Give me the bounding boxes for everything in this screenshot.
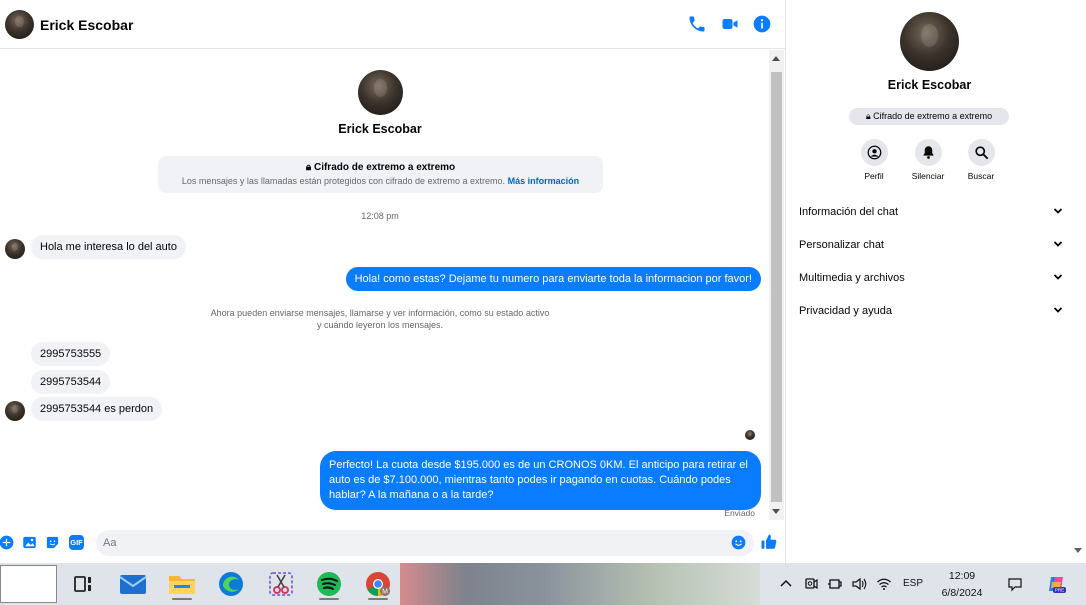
- search-button[interactable]: [967, 139, 995, 166]
- conversation-contact-name: Erick Escobar: [338, 122, 422, 136]
- emoji-icon[interactable]: [731, 535, 746, 550]
- chevron-up-icon[interactable]: [778, 576, 794, 592]
- image-icon[interactable]: [22, 535, 37, 550]
- running-indicator: [172, 598, 192, 600]
- message-scrollbar[interactable]: [769, 50, 784, 520]
- chat-window: Erick Escobar Erick Escobar 🔒︎ Cifrado d…: [0, 0, 786, 563]
- thumbs-up-icon[interactable]: [760, 533, 778, 551]
- volume-icon[interactable]: [851, 576, 867, 592]
- search-label: Buscar: [967, 171, 995, 181]
- search-icon: [974, 146, 988, 160]
- running-indicator: [319, 598, 339, 600]
- panel-avatar[interactable]: [900, 12, 959, 71]
- contact-name[interactable]: Erick Escobar: [40, 17, 133, 33]
- search-action[interactable]: Buscar: [951, 139, 1011, 181]
- edge-icon: [219, 572, 243, 596]
- clock-date: 6/8/2024: [941, 587, 983, 599]
- sender-avatar[interactable]: [5, 239, 25, 259]
- sent-status: Enviado: [724, 508, 755, 518]
- sticker-icon[interactable]: [45, 535, 60, 550]
- spotify-icon: [317, 572, 341, 596]
- profile-label: Perfil: [864, 171, 884, 181]
- panel-scroll-down-arrow[interactable]: [1074, 548, 1082, 553]
- encryption-notice: 🔒︎ Cifrado de extremo a extremo Los mens…: [158, 156, 603, 193]
- incoming-message[interactable]: 2995753555: [31, 342, 111, 366]
- profile-action[interactable]: Perfil: [844, 139, 904, 181]
- gif-icon[interactable]: GIF: [69, 535, 84, 550]
- outgoing-message[interactable]: Perfecto! La cuota desde $195.000 es de …: [320, 451, 761, 510]
- file-explorer-app[interactable]: [166, 568, 198, 600]
- svg-text:M: M: [382, 589, 388, 596]
- incoming-message[interactable]: 2995753544: [31, 370, 111, 394]
- running-indicator: [368, 598, 388, 600]
- spotify-app[interactable]: [313, 568, 345, 600]
- task-view-icon: [74, 576, 91, 592]
- mail-app[interactable]: [117, 568, 149, 600]
- scroll-up-arrow[interactable]: [772, 56, 780, 61]
- scroll-down-arrow[interactable]: [772, 509, 780, 514]
- mute-label: Silenciar: [911, 171, 945, 181]
- snipping-tool-app[interactable]: [265, 568, 297, 600]
- message-composer: GIF: [0, 528, 786, 556]
- scroll-thumb[interactable]: [771, 72, 782, 502]
- windows-taskbar: M ESP 12:09 6/8/2024 PRE: [0, 563, 1086, 605]
- read-receipt-avatar: [745, 430, 755, 440]
- wifi-icon[interactable]: [876, 576, 892, 592]
- section-customize-chat[interactable]: Personalizar chat: [799, 239, 1063, 251]
- incoming-message[interactable]: Hola me interesa lo del auto: [31, 235, 186, 259]
- notifications-icon[interactable]: [1007, 576, 1023, 592]
- video-call-icon[interactable]: [720, 14, 740, 34]
- lock-icon: 🔒︎: [305, 162, 312, 173]
- encryption-badge: 🔒︎ Cifrado de extremo a extremo: [849, 108, 1009, 125]
- conversation-info-panel: Erick Escobar 🔒︎ Cifrado de extremo a ex…: [787, 0, 1086, 563]
- section-privacy-help[interactable]: Privacidad y ayuda: [799, 305, 1063, 317]
- battery-icon[interactable]: [827, 576, 843, 592]
- profile-icon: [867, 145, 881, 160]
- bell-icon: [923, 146, 933, 159]
- chrome-app[interactable]: M: [362, 568, 394, 600]
- chat-header: Erick Escobar: [0, 0, 786, 49]
- mute-action[interactable]: Silenciar: [898, 139, 958, 181]
- contact-avatar[interactable]: [5, 10, 34, 39]
- meet-now-icon[interactable]: [803, 576, 819, 592]
- clock-time: 12:09: [948, 570, 976, 582]
- chevron-down-icon: [1053, 208, 1063, 214]
- sender-avatar[interactable]: [5, 401, 25, 421]
- message-list: Erick Escobar 🔒︎ Cifrado de extremo a ex…: [0, 50, 768, 520]
- mute-button[interactable]: [914, 139, 942, 166]
- mail-icon: [119, 575, 147, 594]
- copilot-icon[interactable]: PRE: [1046, 574, 1066, 594]
- learn-more-link[interactable]: Más información: [508, 176, 580, 186]
- edge-browser-app[interactable]: [215, 568, 247, 600]
- chevron-down-icon: [1053, 241, 1063, 247]
- encryption-text: Los mensajes y las llamadas están proteg…: [181, 176, 580, 186]
- conversation-avatar[interactable]: [358, 70, 403, 115]
- plus-icon[interactable]: [0, 535, 14, 550]
- clock[interactable]: 12:09 6/8/2024: [932, 568, 992, 602]
- lock-icon: 🔒︎: [865, 111, 871, 121]
- taskbar-background: [400, 563, 760, 605]
- task-view-button[interactable]: [67, 568, 99, 600]
- folder-icon: [169, 576, 195, 594]
- message-timestamp: 12:08 pm: [361, 211, 399, 221]
- outgoing-message[interactable]: Hola! como estas? Dejame tu numero para …: [345, 267, 761, 291]
- system-note: Ahora pueden enviarse mensajes, llamarse…: [210, 308, 550, 330]
- info-icon[interactable]: [752, 14, 772, 34]
- chevron-down-icon: [1053, 307, 1063, 313]
- taskbar-search-box[interactable]: [0, 565, 57, 603]
- chrome-icon: M: [366, 572, 390, 596]
- section-chat-info[interactable]: Información del chat: [799, 206, 1063, 218]
- incoming-message[interactable]: 2995753544 es perdon: [31, 397, 163, 421]
- phone-call-icon[interactable]: [687, 14, 707, 34]
- language-indicator[interactable]: ESP: [903, 578, 923, 589]
- encryption-title: 🔒︎ Cifrado de extremo a extremo: [305, 162, 456, 173]
- panel-contact-name: Erick Escobar: [887, 78, 972, 92]
- svg-text:PRE: PRE: [1055, 588, 1064, 593]
- profile-button[interactable]: [860, 139, 888, 166]
- section-media-files[interactable]: Multimedia y archivos: [799, 272, 1063, 284]
- chevron-down-icon: [1053, 274, 1063, 280]
- message-input[interactable]: [96, 530, 754, 556]
- scissors-icon: [269, 572, 293, 596]
